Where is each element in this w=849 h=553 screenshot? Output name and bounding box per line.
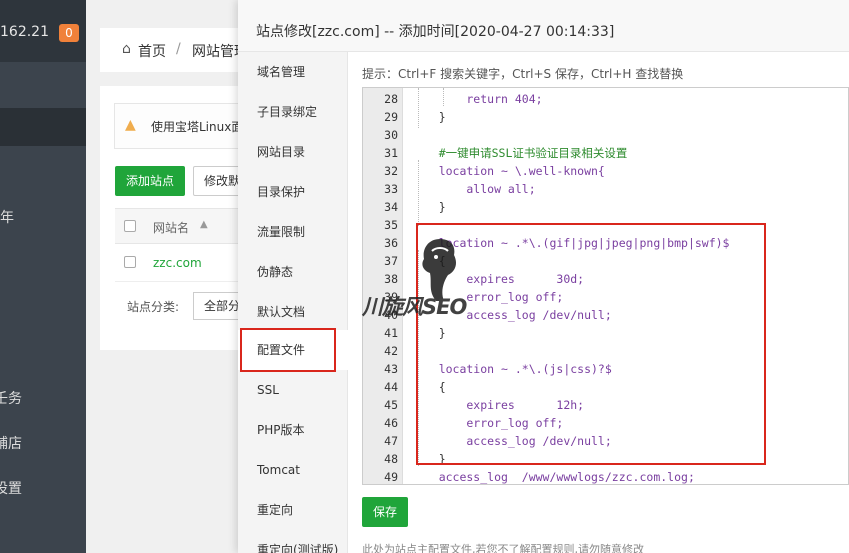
modal-header: 站点修改[zzc.com] -- 添加时间[2020-04-27 00:14:3… bbox=[238, 0, 849, 52]
line-number: 29 bbox=[384, 110, 398, 124]
line-number: 30 bbox=[384, 128, 398, 142]
code-line[interactable]: { bbox=[411, 378, 446, 396]
nav-redirect[interactable]: 重定向 bbox=[238, 490, 348, 530]
nav-ssl[interactable]: SSL bbox=[238, 370, 348, 410]
code-line[interactable]: { bbox=[411, 252, 446, 270]
select-all-checkbox[interactable] bbox=[124, 220, 136, 232]
category-label: 站点分类: bbox=[127, 300, 180, 314]
line-number: 37 bbox=[384, 254, 398, 268]
indent-guide bbox=[443, 88, 444, 106]
nav-traffic-limit[interactable]: 流量限制 bbox=[238, 212, 348, 252]
sidebar-active-item[interactable] bbox=[0, 108, 86, 146]
line-number: 49 bbox=[384, 470, 398, 484]
code-line[interactable]: location ~ \.well-known{ bbox=[411, 162, 605, 180]
indent-guide bbox=[418, 250, 419, 466]
code-line[interactable]: error_log off; bbox=[411, 288, 563, 306]
line-number: 34 bbox=[384, 200, 398, 214]
code-line[interactable]: location ~ .*\.(js|css)?$ bbox=[411, 360, 612, 378]
nav-default-doc[interactable]: 默认文档 bbox=[238, 292, 348, 332]
code-line[interactable]: location ~ .*\.(gif|jpg|jpeg|png|bmp|swf… bbox=[411, 234, 730, 252]
sidebar-header: 162.21 0 bbox=[0, 0, 86, 62]
line-number: 46 bbox=[384, 416, 398, 430]
breadcrumb-home[interactable]: 首页 bbox=[138, 41, 166, 61]
line-number: 41 bbox=[384, 326, 398, 340]
line-number: 28 bbox=[384, 92, 398, 106]
modal-title: 站点修改[zzc.com] -- 添加时间[2020-04-27 00:14:3… bbox=[256, 24, 615, 40]
code-line[interactable]: } bbox=[411, 108, 446, 126]
line-number: 38 bbox=[384, 272, 398, 286]
save-button[interactable]: 保存 bbox=[362, 497, 408, 527]
left-sidebar: 162.21 0 年 壬务 铺店 设置 bbox=[0, 0, 86, 553]
sort-asc-icon[interactable]: ▲ bbox=[200, 219, 208, 230]
code-line[interactable]: access_log /dev/null; bbox=[411, 432, 611, 450]
sidebar-item-fragment[interactable]: 铺店 bbox=[0, 433, 22, 453]
sidebar-item-fragment[interactable]: 设置 bbox=[0, 478, 22, 498]
line-number: 43 bbox=[384, 362, 398, 376]
add-site-button[interactable]: 添加站点 bbox=[115, 166, 185, 196]
code-line[interactable]: error_log off; bbox=[411, 414, 563, 432]
notification-badge[interactable]: 0 bbox=[59, 24, 79, 42]
code-line[interactable]: } bbox=[411, 450, 446, 468]
line-number: 36 bbox=[384, 236, 398, 250]
site-edit-modal: 站点修改[zzc.com] -- 添加时间[2020-04-27 00:14:3… bbox=[238, 0, 849, 553]
line-number: 40 bbox=[384, 308, 398, 322]
server-ip: 162.21 bbox=[0, 24, 49, 40]
line-number: 48 bbox=[384, 452, 398, 466]
code-line[interactable]: expires 12h; bbox=[411, 396, 584, 414]
nav-domain[interactable]: 域名管理 bbox=[238, 52, 348, 92]
home-icon[interactable]: ⌂ bbox=[122, 41, 131, 57]
column-header-name[interactable]: 网站名 bbox=[153, 219, 189, 236]
line-number: 32 bbox=[384, 164, 398, 178]
nav-dir-protect[interactable]: 目录保护 bbox=[238, 172, 348, 212]
code-line[interactable]: #一键申请SSL证书验证目录相关设置 bbox=[411, 144, 628, 162]
indent-guide bbox=[418, 160, 419, 226]
footer-note: 此处为站点主配置文件,若您不了解配置规则,请勿随意修改 bbox=[362, 543, 644, 553]
row-checkbox[interactable] bbox=[124, 256, 136, 268]
site-name-link[interactable]: zzc.com bbox=[153, 256, 202, 270]
nav-site-dir[interactable]: 网站目录 bbox=[238, 132, 348, 172]
code-line[interactable]: allow all; bbox=[411, 180, 535, 198]
code-line[interactable]: access_log /www/wwwlogs/zzc.com.log; bbox=[411, 468, 695, 484]
code-line[interactable]: expires 30d; bbox=[411, 270, 584, 288]
line-number: 33 bbox=[384, 182, 398, 196]
line-number: 35 bbox=[384, 218, 398, 232]
breadcrumb-separator: / bbox=[176, 41, 181, 57]
nav-tomcat[interactable]: Tomcat bbox=[238, 450, 348, 490]
nav-config-file[interactable]: 配置文件 bbox=[238, 330, 348, 370]
line-number: 39 bbox=[384, 290, 398, 304]
warning-icon: ▲ bbox=[125, 117, 136, 133]
line-number-gutter: 28 29 30 31 32 33 34 35 36 37 38 39 40 41 42 43 44 45 46 47… bbox=[363, 88, 403, 484]
code-line[interactable]: return 404; bbox=[411, 90, 542, 108]
modal-nav: 域名管理 子目录绑定 网站目录 目录保护 流量限制 伪静态 默认文档 配置文件 … bbox=[238, 52, 348, 553]
code-line[interactable]: access_log /dev/null; bbox=[411, 306, 611, 324]
shortcut-tips: 提示：Ctrl+F 搜索关键字，Ctrl+S 保存，Ctrl+H 查找替换 bbox=[362, 67, 684, 81]
nav-redirect-beta[interactable]: 重定向(测试版) bbox=[238, 530, 348, 553]
nav-php-version[interactable]: PHP版本 bbox=[238, 410, 348, 450]
line-number: 45 bbox=[384, 398, 398, 412]
code-line[interactable]: } bbox=[411, 198, 446, 216]
line-number: 44 bbox=[384, 380, 398, 394]
nav-subdir-bind[interactable]: 子目录绑定 bbox=[238, 92, 348, 132]
sidebar-item-fragment[interactable]: 年 bbox=[0, 207, 14, 227]
line-number: 47 bbox=[384, 434, 398, 448]
code-line[interactable]: } bbox=[411, 324, 446, 342]
line-number: 31 bbox=[384, 146, 398, 160]
nav-rewrite[interactable]: 伪静态 bbox=[238, 252, 348, 292]
sidebar-item-fragment[interactable]: 壬务 bbox=[0, 388, 22, 408]
code-editor[interactable]: 28 29 30 31 32 33 34 35 36 37 38 39 40 41 42 43 44 45 46 47… bbox=[362, 87, 849, 485]
indent-guide bbox=[418, 88, 419, 128]
line-number: 42 bbox=[384, 344, 398, 358]
